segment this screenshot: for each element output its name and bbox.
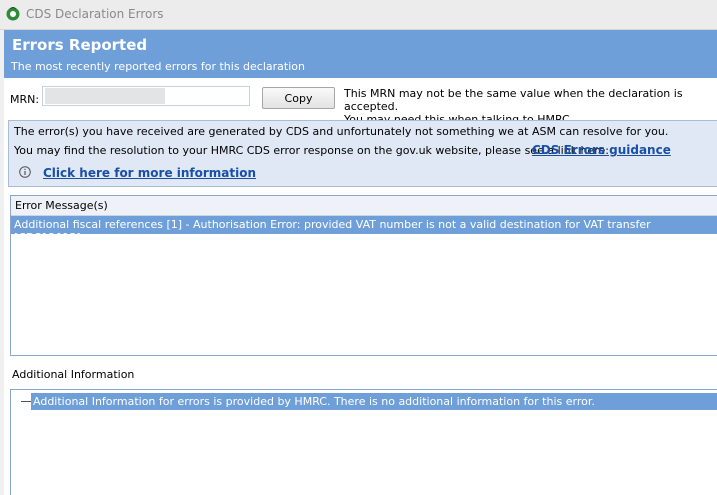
error-messages-grid[interactable]: Error Message(s) Additional fiscal refer… bbox=[10, 195, 717, 356]
more-information-link[interactable]: Click here for more information bbox=[43, 166, 256, 180]
tree-node[interactable]: Additional Information for errors is pro… bbox=[31, 393, 717, 410]
error-column-header[interactable]: Error Message(s) bbox=[11, 196, 717, 216]
window-edge bbox=[0, 30, 4, 495]
mrn-redacted-value bbox=[45, 88, 165, 104]
page-subtitle: The most recently reported errors for th… bbox=[11, 60, 305, 73]
app-logo-icon bbox=[6, 7, 20, 21]
cds-errors-guidance-link[interactable]: CDS Errors guidance bbox=[532, 143, 671, 157]
additional-info-tree[interactable]: Additional Information for errors is pro… bbox=[10, 389, 717, 495]
info-text-2: You may find the resolution to your HMRC… bbox=[14, 144, 610, 157]
copy-button[interactable]: Copy bbox=[262, 87, 335, 109]
page-title: Errors Reported bbox=[12, 36, 148, 54]
info-icon bbox=[19, 166, 31, 178]
title-bar: CDS Declaration Errors bbox=[0, 0, 717, 30]
table-row[interactable]: Additional fiscal references [1] - Autho… bbox=[11, 216, 717, 244]
mrn-field[interactable] bbox=[42, 86, 250, 106]
error-column-header-label: Error Message(s) bbox=[15, 199, 108, 212]
window-title: CDS Declaration Errors bbox=[26, 7, 164, 21]
additional-info-text: Additional Information for errors is pro… bbox=[33, 395, 595, 408]
info-panel: The error(s) you have received are gener… bbox=[8, 120, 717, 187]
mrn-label: MRN: bbox=[10, 93, 40, 106]
mrn-note-line1: This MRN may not be the same value when … bbox=[344, 87, 683, 113]
error-message-text: Additional fiscal references [1] - Autho… bbox=[14, 218, 651, 244]
tree-connector bbox=[21, 401, 31, 402]
additional-info-label: Additional Information bbox=[12, 368, 135, 381]
info-text-1: The error(s) you have received are gener… bbox=[14, 125, 669, 138]
header-banner: Errors Reported The most recently report… bbox=[4, 30, 717, 78]
